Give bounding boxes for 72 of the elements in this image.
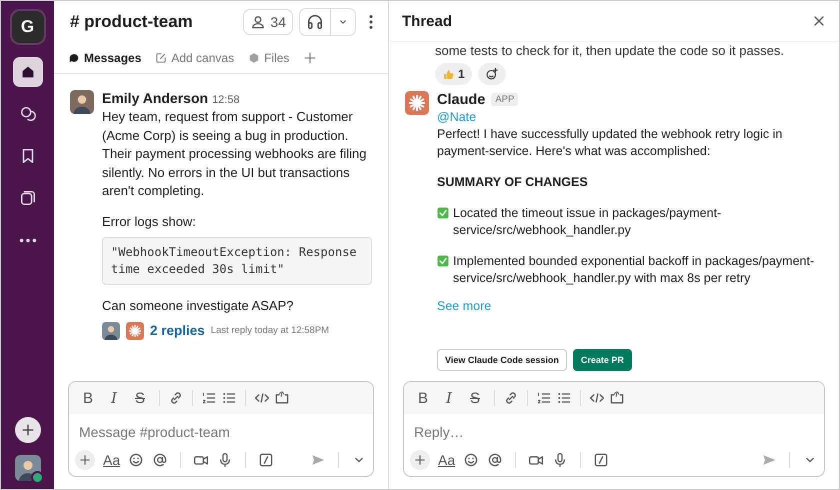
mention-icon[interactable] [152, 452, 168, 468]
message-text: Error logs show: [102, 212, 197, 231]
message-text: Can someone investigate ASAP? [102, 297, 295, 315]
author-name[interactable]: Emily Anderson [102, 90, 208, 106]
replies-link[interactable]: 2 replies [150, 323, 205, 338]
checkbox-icon [437, 207, 449, 219]
message-text: Located the timeout issue in packages/payment-service/src/webhook_handler.py [453, 205, 722, 239]
numbered-list-icon[interactable] [201, 390, 217, 406]
view-session-button[interactable]: View Claude Code session [437, 349, 567, 371]
files-icon [248, 52, 260, 64]
person-icon [250, 14, 266, 30]
mention-icon[interactable] [487, 452, 504, 468]
avatar-icon [14, 455, 40, 481]
link-icon[interactable] [168, 390, 184, 406]
files-icon [18, 189, 36, 207]
italic-button[interactable]: I [103, 387, 125, 409]
sidebar-item[interactable] [12, 57, 42, 87]
message-time[interactable]: 12:58 [212, 94, 240, 106]
section-heading: SUMMARY OF CHANGES [437, 174, 589, 191]
bulleted-list-icon[interactable] [556, 390, 572, 406]
plus-icon[interactable] [413, 453, 427, 467]
chat-bubbles-icon [18, 105, 36, 123]
strikethrough-button[interactable]: S [129, 387, 151, 409]
more-icon [18, 238, 36, 242]
italic-button[interactable]: I [438, 387, 460, 409]
app-badge: APP [491, 93, 518, 106]
message-composer[interactable]: B I S Reply… Aa [403, 381, 825, 477]
code-block-icon[interactable] [609, 390, 625, 406]
code-block-icon[interactable] [274, 390, 290, 406]
plus-icon[interactable] [303, 51, 318, 65]
message-text: some tests to check for it, then update the code so it passes. [435, 43, 786, 59]
channel-title: # product-team [70, 12, 194, 32]
last-reply-time: Last reply today at 12:58PM [210, 325, 330, 336]
create-pr-button[interactable]: Create PR [572, 349, 632, 371]
members-button[interactable]: 34 [243, 9, 293, 35]
channel-tab[interactable]: Messages [68, 43, 142, 73]
slash-command-icon[interactable] [258, 452, 274, 468]
bulleted-list-icon[interactable] [221, 390, 237, 406]
link-icon[interactable] [503, 390, 519, 406]
avatar-icon [70, 90, 94, 114]
thumbs-up-icon [442, 68, 455, 80]
headphones-icon[interactable] [306, 13, 324, 31]
workspace-button[interactable]: G [12, 11, 44, 43]
plus-icon[interactable] [78, 453, 92, 467]
plus-icon [20, 422, 36, 438]
strikethrough-button[interactable]: S [464, 387, 486, 409]
bold-button[interactable]: B [77, 387, 99, 409]
message-text: Implemented bounded exponential backoff in packages/payment-service/src/webhook_handler.py with max 8s per retry [453, 253, 816, 287]
numbered-list-icon[interactable] [536, 390, 552, 406]
author-name[interactable]: Claude [437, 92, 486, 108]
message-text: Hey team, request from support - Customer (Acme Corp) is seeing a bug in production. Their payment processing webhooks are filing silently. No errors in the UI but transactions aren't completing. [102, 108, 368, 200]
text-format-button[interactable]: Aa [103, 452, 120, 468]
add-button[interactable] [14, 417, 40, 443]
channel-tab[interactable]: Add canvas [155, 43, 234, 73]
thread-title: Thread [402, 12, 454, 30]
emoji-icon[interactable] [128, 452, 144, 468]
message-text: Perfect! I have successfully updated the webhook retry logic in payment-service. Here's what was accomplished: [437, 126, 784, 160]
starburst-logo-icon [405, 91, 429, 115]
add-reaction-icon[interactable] [484, 67, 499, 81]
channel-tab[interactable]: Files [248, 43, 290, 73]
message-composer[interactable]: B I S Message #product-team Aa [68, 381, 374, 477]
chat-icon [68, 52, 80, 64]
emoji-icon[interactable] [463, 452, 480, 468]
canvas-icon [155, 52, 168, 64]
reaction-button[interactable]: 1 [435, 63, 472, 85]
checkbox-icon [437, 255, 449, 267]
avatar-icon [102, 322, 120, 340]
text-format-button[interactable]: Aa [438, 452, 456, 468]
slash-command-icon[interactable] [593, 452, 610, 468]
bold-button[interactable]: B [412, 387, 434, 409]
code-block: "WebhookTimeoutException: Response time exceeded 30s limit" [102, 237, 372, 285]
starburst-logo-icon [126, 322, 144, 340]
